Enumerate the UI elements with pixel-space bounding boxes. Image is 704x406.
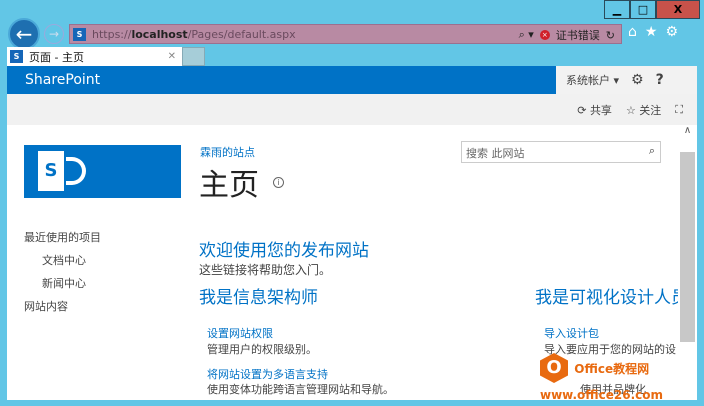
site-favicon: S	[73, 27, 86, 41]
nav-news-center[interactable]: 新闻中心	[24, 272, 101, 295]
close-button[interactable]: X	[656, 0, 700, 19]
brand[interactable]: SharePoint	[25, 72, 100, 88]
settings-gear-icon[interactable]: ⚙	[631, 72, 644, 88]
link-multilingual[interactable]: 将网站设置为多语言支持	[207, 366, 328, 382]
suite-bar: SharePoint	[7, 66, 556, 94]
url-host: localhost	[131, 27, 188, 41]
welcome-title: 欢迎使用您的发布网站	[199, 241, 369, 261]
watermark: O Office教程网 www.office26.com	[540, 353, 704, 404]
quick-launch: 最近使用的项目 文档中心 新闻中心 网站内容	[24, 226, 101, 318]
account-menu[interactable]: 系统帐户 ▾	[566, 72, 619, 88]
link-site-permissions[interactable]: 设置网站权限	[207, 325, 273, 341]
follow-button[interactable]: ☆ 关注	[626, 102, 661, 118]
search-icon[interactable]: ⌕	[649, 144, 655, 158]
breadcrumb[interactable]: 霖雨的站点	[200, 144, 255, 160]
help-icon[interactable]: ?	[656, 72, 664, 88]
cert-error[interactable]: 证书错误	[556, 27, 600, 43]
gear-icon[interactable]: ⚙	[665, 24, 678, 40]
nav-recent[interactable]: 最近使用的项目	[24, 226, 101, 249]
welcome-subtitle: 这些链接将帮助您入门。	[199, 263, 332, 277]
link-desc: 使用变体功能跨语言管理网站和导航。	[207, 383, 394, 396]
browser-tab[interactable]: S 页面 - 主页 ✕	[7, 47, 182, 66]
cert-error-icon: ×	[539, 30, 550, 40]
ribbon: ⟳ 共享 ☆ 关注 ⛶	[7, 94, 697, 125]
focus-content-icon[interactable]: ⛶	[675, 103, 683, 117]
refresh-icon[interactable]: ↻	[606, 29, 615, 42]
tab-title: 页面 - 主页	[29, 50, 84, 64]
address-bar[interactable]: S https://localhost/Pages/default.aspx ⌕…	[69, 24, 622, 44]
url-path: /Pages/default.aspx	[187, 27, 296, 41]
nav-document-center[interactable]: 文档中心	[24, 249, 101, 272]
home-icon[interactable]: ⌂	[628, 24, 637, 40]
forward-button[interactable]: →	[44, 24, 64, 44]
new-tab-button[interactable]	[182, 47, 205, 66]
site-logo[interactable]: S	[24, 145, 181, 198]
window-controls: ▁ □ X	[604, 0, 700, 19]
col2-heading: 我是可视化设计人员	[535, 288, 678, 308]
page-title: 主页	[199, 168, 259, 203]
share-button[interactable]: ⟳ 共享	[577, 102, 612, 118]
info-icon[interactable]: i	[273, 177, 284, 188]
scrollbar-thumb[interactable]	[680, 152, 695, 342]
favorites-star-icon[interactable]: ★	[645, 24, 658, 40]
link-desc: 管理用户的权限级别。	[207, 343, 317, 356]
col1-heading: 我是信息架构师	[199, 288, 318, 308]
search-input[interactable]: 搜索 此网站 ⌕	[461, 141, 661, 163]
minimize-button[interactable]: ▁	[604, 0, 630, 19]
back-button[interactable]: ←	[8, 18, 40, 50]
url-scheme: https://	[92, 27, 132, 41]
search-icon[interactable]: ⌕ ▾	[519, 28, 534, 42]
close-tab-icon[interactable]: ✕	[168, 51, 176, 62]
nav-site-contents[interactable]: 网站内容	[24, 295, 101, 318]
link-import-design[interactable]: 导入设计包	[544, 325, 599, 341]
tab-favicon: S	[10, 50, 23, 63]
maximize-button[interactable]: □	[630, 0, 656, 19]
